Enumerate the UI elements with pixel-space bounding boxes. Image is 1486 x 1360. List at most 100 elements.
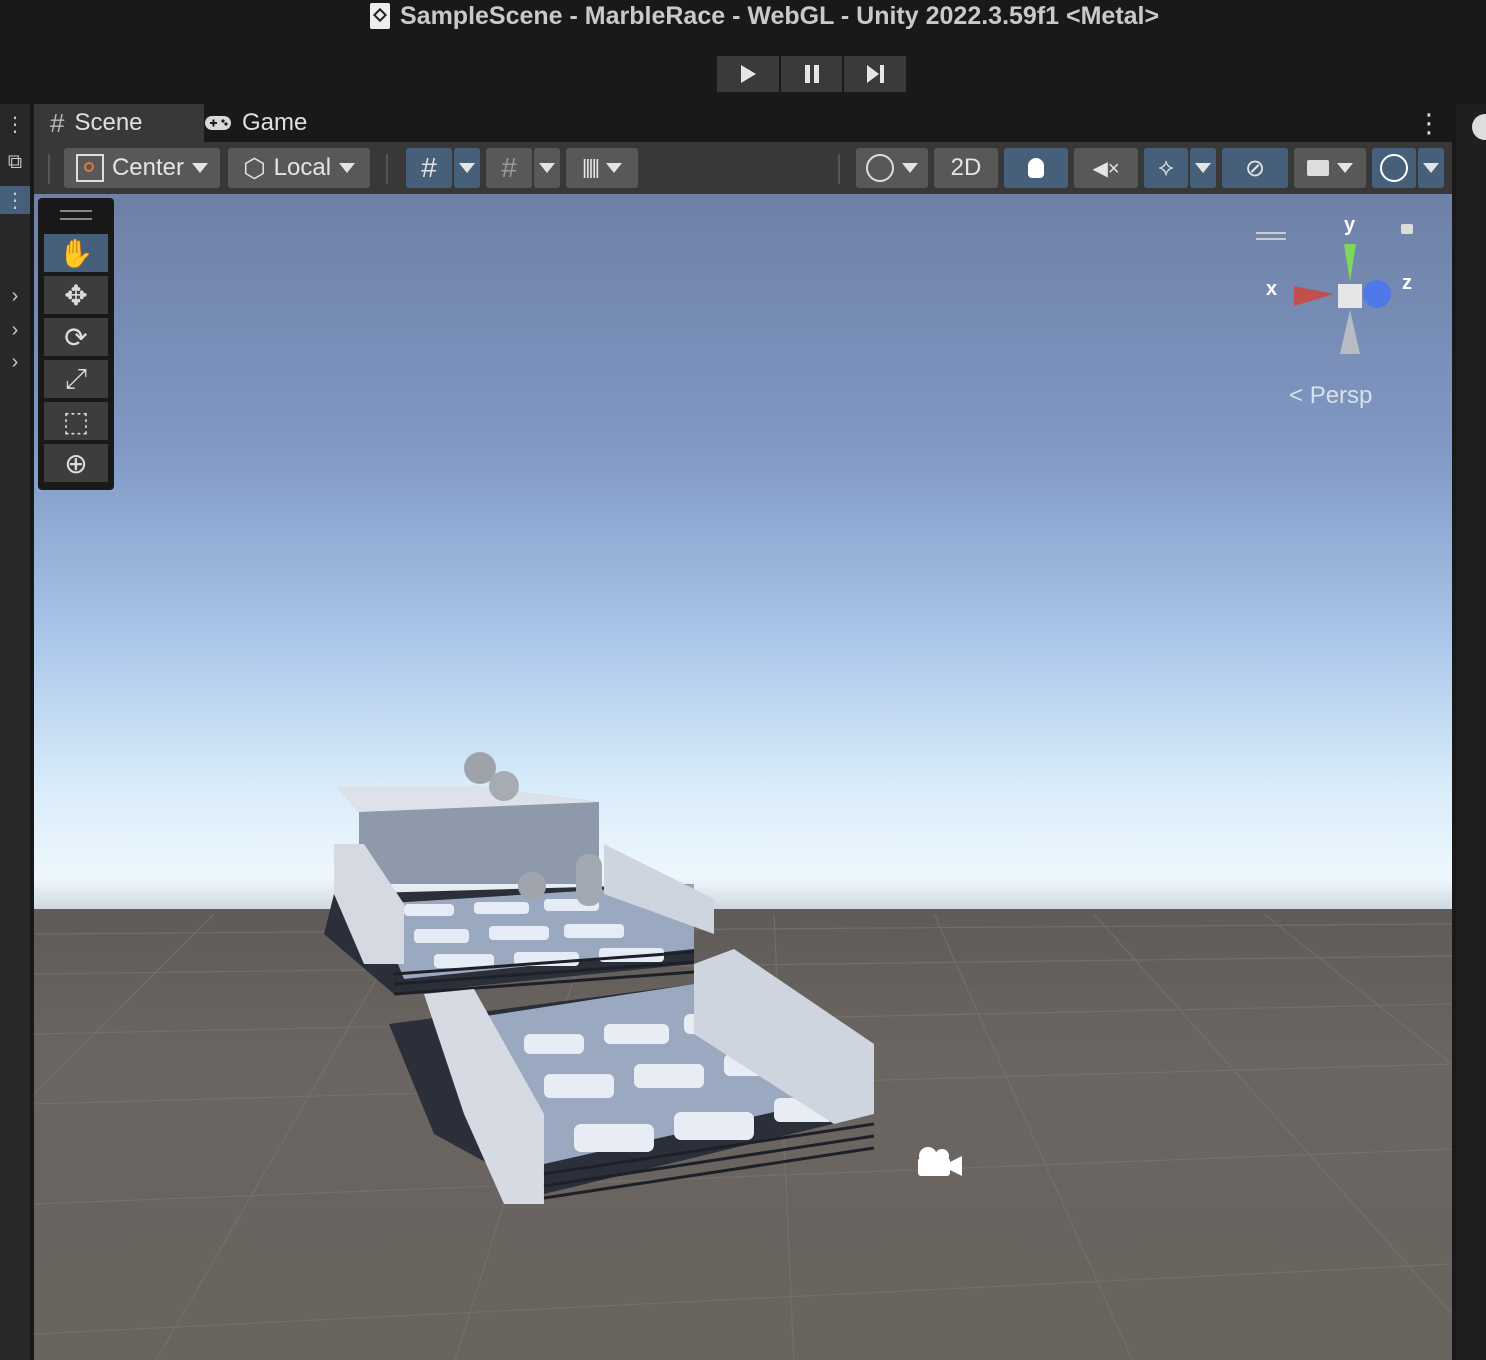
camera-settings-dropdown[interactable] bbox=[1294, 148, 1366, 188]
projection-toggle[interactable]: < Persp bbox=[1289, 382, 1372, 410]
popout-icon[interactable]: ⧉ bbox=[0, 148, 30, 176]
tab-scene-label: Scene bbox=[74, 109, 143, 136]
move-tool-button[interactable]: ✥ bbox=[44, 276, 108, 314]
lighting-toggle-button[interactable] bbox=[1004, 148, 1068, 188]
grid-dropdown[interactable] bbox=[454, 148, 480, 188]
scene-toolbar: Center ⬡ Local # # ||||| 2D ◀× ⟡ ⊘ bbox=[34, 142, 1452, 194]
kebab-menu-icon[interactable]: ⋮ bbox=[0, 110, 30, 138]
projection-label: Persp bbox=[1309, 382, 1373, 409]
chevron-down-icon bbox=[1337, 163, 1353, 173]
kebab-menu-icon[interactable]: ⋮ bbox=[1416, 108, 1442, 139]
ruler-icon: ||||| bbox=[582, 156, 600, 179]
hand-icon: ✋ bbox=[58, 237, 94, 269]
tab-bar: # Scene Game ⋮ bbox=[34, 104, 1452, 142]
rect-tool-button[interactable]: ⬚ bbox=[44, 402, 108, 440]
transform-tool-button[interactable]: ⊕ bbox=[44, 444, 108, 482]
chevron-right-icon[interactable]: › bbox=[0, 316, 30, 344]
chevron-down-icon bbox=[1423, 163, 1439, 173]
rotate-icon: ⟳ bbox=[64, 321, 88, 353]
info-icon[interactable] bbox=[1472, 114, 1486, 140]
title-bar: SampleScene - MarbleRace - WebGL - Unity… bbox=[0, 0, 1486, 104]
chevron-right-icon[interactable]: › bbox=[0, 282, 30, 310]
toggle-2d-label: 2D bbox=[950, 154, 982, 181]
transform-icon: ⊕ bbox=[64, 447, 88, 479]
gamepad-icon bbox=[205, 116, 231, 130]
grid-toggle-button[interactable]: # bbox=[406, 148, 452, 188]
toolbar-separator bbox=[838, 154, 840, 184]
chevron-left-icon: < bbox=[1289, 382, 1304, 409]
kebab-menu-icon[interactable]: ⋮ bbox=[0, 186, 30, 214]
chevron-down-icon bbox=[605, 163, 622, 173]
unity-doc-icon bbox=[370, 3, 390, 29]
snap-grid-icon: # bbox=[501, 152, 517, 183]
effects-layers-icon: ⟡ bbox=[1158, 154, 1174, 181]
lock-icon[interactable] bbox=[1401, 224, 1413, 234]
toolbar-grip bbox=[48, 154, 50, 184]
rect-icon: ⬚ bbox=[62, 405, 90, 437]
grid-snap-button[interactable]: # bbox=[486, 148, 532, 188]
tool-palette: ✋ ✥ ⟳ ⤢ ⬚ ⊕ bbox=[38, 198, 114, 490]
effects-dropdown[interactable] bbox=[1190, 148, 1216, 188]
audio-muted-icon: ◀× bbox=[1092, 157, 1120, 180]
left-panel-strip: ⋮ ⧉ ⋮ › › › bbox=[0, 104, 30, 1360]
video-camera-icon bbox=[1307, 160, 1329, 176]
neg-y-axis-cone[interactable] bbox=[1340, 310, 1360, 354]
move-icon: ✥ bbox=[64, 279, 88, 311]
marble-track-model bbox=[324, 752, 875, 1204]
scale-tool-button[interactable]: ⤢ bbox=[44, 360, 108, 398]
play-button[interactable] bbox=[717, 56, 779, 92]
step-button[interactable] bbox=[844, 56, 907, 92]
eye-hidden-icon: ⊘ bbox=[1244, 154, 1266, 182]
gizmo-globe-icon bbox=[1380, 154, 1408, 182]
gizmos-dropdown[interactable] bbox=[1418, 148, 1444, 188]
pivot-mode-dropdown[interactable]: Center bbox=[64, 148, 220, 188]
scene-viewport[interactable]: ✋ ✥ ⟳ ⤢ ⬚ ⊕ y x z < Persp bbox=[34, 194, 1452, 1360]
effects-toggle-button[interactable]: ⟡ bbox=[1144, 148, 1188, 188]
tab-scene[interactable]: # Scene bbox=[34, 104, 204, 142]
hand-tool-button[interactable]: ✋ bbox=[44, 234, 108, 272]
x-axis-cone[interactable] bbox=[1294, 286, 1334, 306]
chevron-down-icon bbox=[1195, 163, 1211, 173]
gizmo-x-label: x bbox=[1266, 278, 1278, 300]
gizmos-toggle-button[interactable] bbox=[1372, 148, 1416, 188]
pivot-mode-label: Center bbox=[111, 154, 185, 181]
local-cube-icon: ⬡ bbox=[242, 152, 266, 183]
play-icon bbox=[740, 65, 756, 83]
y-axis-cone[interactable] bbox=[1344, 244, 1356, 282]
increment-snap-dropdown[interactable]: ||||| bbox=[566, 148, 638, 188]
pivot-center-icon bbox=[75, 154, 104, 182]
tab-game-label: Game bbox=[242, 109, 308, 136]
shaded-sphere-icon bbox=[866, 154, 894, 182]
window-title-text: SampleScene - MarbleRace - WebGL - Unity… bbox=[400, 1, 1160, 30]
chevron-down-icon bbox=[902, 163, 918, 173]
tab-game[interactable]: Game bbox=[204, 104, 344, 142]
pause-icon bbox=[804, 65, 819, 83]
audio-toggle-button[interactable]: ◀× bbox=[1074, 148, 1138, 188]
grid-icon: # bbox=[421, 152, 437, 183]
pivot-rotation-dropdown[interactable]: ⬡ Local bbox=[228, 148, 370, 188]
grid-hash-icon: # bbox=[50, 107, 65, 138]
playback-controls bbox=[717, 56, 907, 92]
scene-camera-icon[interactable] bbox=[914, 1142, 966, 1182]
z-axis-cone[interactable] bbox=[1363, 280, 1391, 308]
toggle-2d-button[interactable]: 2D bbox=[934, 148, 998, 188]
right-panel-strip bbox=[1456, 104, 1486, 1360]
chevron-right-icon[interactable]: › bbox=[0, 348, 30, 376]
step-icon bbox=[867, 65, 885, 83]
draw-mode-dropdown[interactable] bbox=[856, 148, 928, 188]
palette-grip[interactable] bbox=[60, 210, 92, 220]
window-title: SampleScene - MarbleRace - WebGL - Unity… bbox=[370, 0, 1159, 32]
chevron-down-icon bbox=[192, 163, 209, 173]
chevron-down-icon bbox=[539, 163, 555, 173]
chevron-down-icon bbox=[459, 163, 475, 173]
scene-visibility-button[interactable]: ⊘ bbox=[1222, 148, 1288, 188]
toolbar-separator bbox=[386, 154, 388, 184]
rotate-tool-button[interactable]: ⟳ bbox=[44, 318, 108, 356]
gizmo-center-cube[interactable] bbox=[1338, 284, 1362, 308]
pause-button[interactable] bbox=[780, 56, 843, 92]
chevron-down-icon bbox=[339, 163, 356, 173]
scale-icon: ⤢ bbox=[64, 362, 88, 394]
grid-snap-dropdown[interactable] bbox=[534, 148, 560, 188]
lightbulb-icon bbox=[1028, 158, 1044, 178]
gizmo-y-label: y bbox=[1344, 214, 1356, 236]
